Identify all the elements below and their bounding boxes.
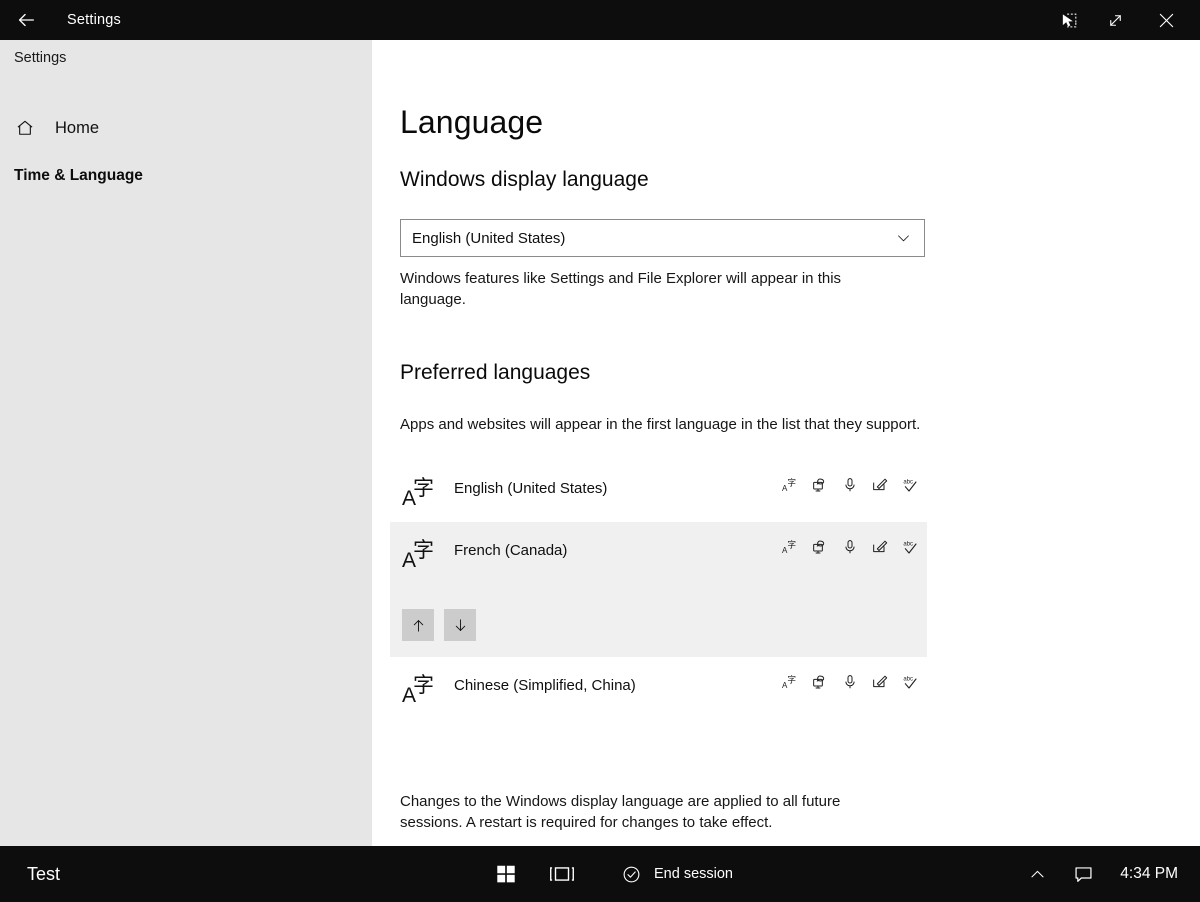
language-feature-icons: A 字 abc — [781, 476, 919, 494]
remote-input-button[interactable] — [1046, 0, 1092, 40]
language-pack-icon[interactable]: A 字 — [781, 538, 799, 556]
list-item[interactable]: A 字 English (United States) A 字 abc — [390, 460, 927, 522]
language-feature-icons: A 字 abc — [781, 538, 919, 556]
svg-text:字: 字 — [787, 674, 796, 686]
svg-text:字: 字 — [787, 477, 796, 489]
svg-text:abc: abc — [903, 480, 913, 486]
close-button[interactable] — [1138, 0, 1194, 40]
taskbar-center-group — [495, 863, 575, 885]
svg-text:字: 字 — [413, 538, 434, 562]
speech-microphone-icon[interactable] — [841, 476, 859, 494]
move-up-button[interactable] — [402, 609, 434, 641]
speech-microphone-icon[interactable] — [841, 673, 859, 691]
home-icon — [10, 113, 40, 143]
chevron-down-icon — [895, 230, 912, 247]
sidebar-app-title: Settings — [14, 50, 67, 66]
settings-content: Language Windows display language Englis… — [372, 40, 1200, 846]
display-language-description: Windows features like Settings and File … — [400, 270, 842, 308]
preferred-languages-list: A 字 English (United States) A 字 abc A 字 … — [390, 460, 927, 719]
notification-bubble-icon[interactable] — [1073, 864, 1094, 885]
window-title: Settings — [67, 12, 121, 28]
section-heading-preferred-languages: Preferred languages — [400, 361, 591, 384]
list-item-label: English (United States) — [454, 480, 608, 497]
language-a-zi-icon: A 字 — [402, 536, 442, 572]
handwriting-pen-icon[interactable] — [871, 538, 889, 556]
sidebar-category-time-language: Time & Language — [14, 167, 143, 184]
task-view-icon[interactable] — [549, 863, 575, 885]
chevron-up-icon[interactable] — [1028, 865, 1047, 884]
preferred-languages-description: Apps and websites will appear in the fir… — [400, 416, 921, 433]
svg-text:字: 字 — [413, 476, 434, 500]
display-language-icon[interactable] — [811, 538, 829, 556]
language-a-zi-icon: A 字 — [402, 474, 442, 510]
maximize-button[interactable] — [1092, 0, 1138, 40]
speech-microphone-icon[interactable] — [841, 538, 859, 556]
settings-window: Settings Settings Home Time & Language L… — [0, 0, 1200, 902]
list-item[interactable]: A 字 French (Canada) A 字 abc — [390, 522, 927, 657]
language-pack-icon[interactable]: A 字 — [781, 476, 799, 494]
spellcheck-abc-icon[interactable]: abc — [901, 476, 919, 494]
page-title: Language — [400, 104, 544, 140]
language-pack-icon[interactable]: A 字 — [781, 673, 799, 691]
handwriting-pen-icon[interactable] — [871, 673, 889, 691]
move-language-buttons — [402, 609, 476, 641]
svg-text:abc: abc — [903, 542, 913, 548]
svg-text:字: 字 — [787, 539, 796, 551]
language-a-zi-icon: A 字 — [402, 671, 442, 707]
session-name-label: Test — [27, 863, 61, 884]
display-language-icon[interactable] — [811, 476, 829, 494]
taskbar: Test End session 4:34 PM — [0, 846, 1200, 902]
spellcheck-abc-icon[interactable]: abc — [901, 538, 919, 556]
svg-text:字: 字 — [413, 673, 434, 697]
taskbar-tray: 4:34 PM — [1028, 864, 1178, 885]
section-heading-display-language: Windows display language — [400, 168, 649, 191]
end-session-button[interactable]: End session — [622, 865, 733, 884]
check-circle-icon — [622, 865, 641, 884]
back-arrow-icon[interactable] — [0, 0, 52, 40]
display-language-icon[interactable] — [811, 673, 829, 691]
display-language-value: English (United States) — [412, 229, 566, 247]
list-item[interactable]: A 字 Chinese (Simplified, China) A 字 abc — [390, 657, 927, 719]
list-item-label: French (Canada) — [454, 542, 568, 559]
list-item-label: Chinese (Simplified, China) — [454, 677, 636, 694]
windows-start-icon[interactable] — [495, 863, 517, 885]
taskbar-clock[interactable]: 4:34 PM — [1120, 865, 1178, 883]
footer-note: Changes to the Windows display language … — [400, 793, 841, 831]
svg-text:abc: abc — [903, 677, 913, 683]
handwriting-pen-icon[interactable] — [871, 476, 889, 494]
sidebar-item-home[interactable]: Home — [10, 111, 99, 145]
spellcheck-abc-icon[interactable]: abc — [901, 673, 919, 691]
move-down-button[interactable] — [444, 609, 476, 641]
window-titlebar: Settings — [0, 0, 1200, 40]
language-feature-icons: A 字 abc — [781, 673, 919, 691]
display-language-dropdown[interactable]: English (United States) — [400, 219, 925, 257]
end-session-label: End session — [654, 866, 733, 882]
settings-sidebar: Settings Home Time & Language — [0, 40, 372, 846]
sidebar-item-home-label: Home — [55, 118, 100, 137]
